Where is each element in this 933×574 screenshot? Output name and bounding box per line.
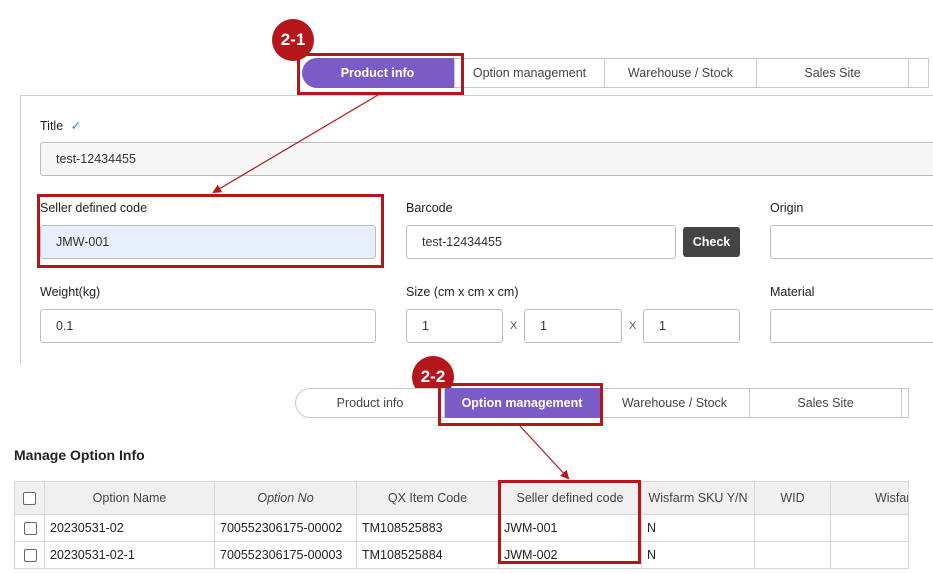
tab-warehouse-stock[interactable]: Warehouse / Stock xyxy=(600,388,750,418)
option-table: Option Name Option No QX Item Code Selle… xyxy=(14,481,909,569)
section-title: Manage Option Info xyxy=(14,447,145,463)
annotation-box-seller-code-column xyxy=(498,480,641,564)
tab-option-management[interactable]: Option management xyxy=(454,58,605,88)
row-checkbox[interactable] xyxy=(14,541,45,569)
cell-option-name: 20230531-02-1 xyxy=(44,541,215,569)
col-wid[interactable]: WID xyxy=(754,481,831,515)
size-width-input[interactable]: 1 xyxy=(524,309,622,343)
barcode-label: Barcode xyxy=(406,201,453,215)
cell-wisfarm-sku: N xyxy=(641,514,755,542)
table-row[interactable]: 20230531-02 700552306175-00002 TM1085258… xyxy=(14,514,909,542)
tab-more[interactable] xyxy=(902,388,909,418)
material-input[interactable] xyxy=(770,309,933,343)
annotation-box-option-management-tab xyxy=(438,383,603,426)
check-barcode-button[interactable]: Check xyxy=(683,227,740,257)
tab-more[interactable] xyxy=(909,58,929,88)
cell-qx-item-code: TM108525884 xyxy=(356,541,499,569)
size-separator: X xyxy=(629,320,637,332)
cell-wisfarm xyxy=(830,541,909,569)
title-input[interactable]: test-12434455 xyxy=(40,142,933,176)
col-qx-item-code[interactable]: QX Item Code xyxy=(356,481,499,515)
title-label: Title ✓ xyxy=(40,119,82,133)
annotation-box-product-info-tab xyxy=(297,53,464,95)
size-label: Size (cm x cm x cm) xyxy=(406,285,519,299)
tab-sales-site[interactable]: Sales Site xyxy=(757,58,909,88)
size-separator: X xyxy=(510,320,518,332)
cell-option-no: 700552306175-00003 xyxy=(214,541,357,569)
table-header-row: Option Name Option No QX Item Code Selle… xyxy=(14,481,909,515)
cell-wid xyxy=(754,541,831,569)
size-length-input[interactable]: 1 xyxy=(406,309,503,343)
cell-option-no: 700552306175-00002 xyxy=(214,514,357,542)
origin-input[interactable] xyxy=(770,225,933,259)
cell-wisfarm xyxy=(830,514,909,542)
table-row[interactable]: 20230531-02-1 700552306175-00003 TM10852… xyxy=(14,541,909,569)
cell-wisfarm-sku: N xyxy=(641,541,755,569)
cell-qx-item-code: TM108525883 xyxy=(356,514,499,542)
weight-label: Weight(kg) xyxy=(40,285,101,299)
row-checkbox[interactable] xyxy=(14,514,45,542)
checkmark-icon: ✓ xyxy=(70,119,82,133)
barcode-input[interactable]: test-12434455 xyxy=(406,225,676,259)
col-option-no[interactable]: Option No xyxy=(214,481,357,515)
tab-product-info[interactable]: Product info xyxy=(295,388,445,418)
annotation-box-seller-code xyxy=(37,194,384,268)
material-label: Material xyxy=(770,285,815,299)
tab-warehouse-stock[interactable]: Warehouse / Stock xyxy=(605,58,757,88)
size-height-input[interactable]: 1 xyxy=(643,309,740,343)
col-wisfarm[interactable]: Wisfarm xyxy=(830,481,909,515)
col-wisfarm-sku[interactable]: Wisfarm SKU Y/N xyxy=(641,481,755,515)
cell-option-name: 20230531-02 xyxy=(44,514,215,542)
cell-wid xyxy=(754,514,831,542)
weight-input[interactable]: 0.1 xyxy=(40,309,376,343)
origin-label: Origin xyxy=(770,201,804,215)
arrow-tab-to-seller-code-column xyxy=(519,425,570,480)
col-option-name[interactable]: Option Name xyxy=(44,481,215,515)
tab-sales-site[interactable]: Sales Site xyxy=(750,388,902,418)
select-all-checkbox[interactable] xyxy=(14,481,45,515)
